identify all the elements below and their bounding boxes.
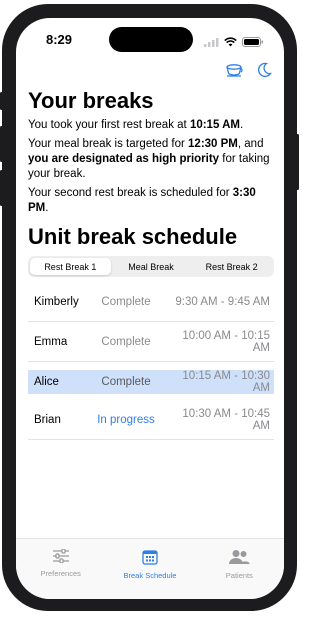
tab-patients[interactable]: Patients bbox=[195, 539, 284, 599]
second-rest-break-text: Your second rest break is scheduled for … bbox=[28, 187, 256, 214]
tab-label: Preferences bbox=[40, 569, 81, 578]
tab-bar: Preferences Break Schedule Patients bbox=[16, 538, 284, 599]
schedule-row[interactable]: Brian In progress 10:30 AM - 10:45 AM bbox=[28, 401, 274, 440]
mute-switch bbox=[0, 92, 3, 110]
header-actions bbox=[226, 62, 272, 83]
power-button bbox=[296, 134, 299, 190]
screen: 8:29 Your breaks You took your first res… bbox=[16, 18, 284, 599]
sliders-icon bbox=[52, 548, 70, 565]
row-name: Kimberly bbox=[34, 296, 79, 308]
schedule-list: Kimberly Complete 9:30 AM - 9:45 AM Emma… bbox=[28, 283, 274, 440]
coffee-cup-icon[interactable] bbox=[226, 62, 244, 83]
row-status: Complete bbox=[101, 376, 151, 388]
phone-frame: 8:29 Your breaks You took your first res… bbox=[0, 4, 299, 611]
row-name: Brian bbox=[34, 414, 61, 426]
wifi-icon bbox=[224, 34, 237, 52]
tab-break-schedule[interactable]: Break Schedule bbox=[105, 539, 194, 599]
row-time: 10:00 AM - 10:15 AM bbox=[182, 330, 270, 354]
row-time: 10:15 AM - 10:30 AM bbox=[182, 370, 270, 394]
row-time: 10:30 AM - 10:45 AM bbox=[182, 408, 270, 432]
people-icon bbox=[228, 549, 250, 567]
volume-up-button bbox=[0, 126, 3, 162]
schedule-row-current-user[interactable]: Alice Complete 10:15 AM - 10:30 AM bbox=[28, 370, 274, 394]
schedule-row[interactable]: Emma Complete 10:00 AM - 10:15 AM bbox=[28, 323, 274, 362]
unit-break-schedule-title: Unit break schedule bbox=[28, 224, 238, 249]
moon-icon[interactable] bbox=[256, 62, 272, 83]
segment-rest-break-2[interactable]: Rest Break 2 bbox=[191, 258, 272, 275]
your-breaks-title: Your breaks bbox=[28, 88, 154, 113]
signal-icon bbox=[204, 34, 219, 52]
volume-down-button bbox=[0, 170, 3, 206]
status-time: 8:29 bbox=[46, 32, 73, 47]
dynamic-island bbox=[109, 27, 193, 52]
segment-rest-break-1[interactable]: Rest Break 1 bbox=[30, 258, 111, 275]
segment-meal-break[interactable]: Meal Break bbox=[111, 258, 192, 275]
meal-break-text: Your meal break is targeted for 12:30 PM… bbox=[28, 138, 270, 180]
row-name: Alice bbox=[34, 376, 59, 388]
main-content: Your breaks You took your first rest bre… bbox=[28, 88, 274, 440]
battery-icon bbox=[242, 34, 264, 52]
row-status: Complete bbox=[101, 296, 151, 308]
row-status: Complete bbox=[101, 336, 151, 348]
tab-label: Break Schedule bbox=[123, 571, 177, 580]
row-status: In progress bbox=[97, 414, 155, 426]
break-segmented-control: Rest Break 1 Meal Break Rest Break 2 bbox=[28, 256, 274, 277]
tab-label: Patients bbox=[225, 571, 253, 580]
row-time: 9:30 AM - 9:45 AM bbox=[175, 296, 270, 308]
status-icons bbox=[204, 34, 264, 52]
first-rest-break-text: You took your first rest break at 10:15 … bbox=[28, 119, 244, 131]
row-name: Emma bbox=[34, 336, 68, 348]
tab-preferences[interactable]: Preferences bbox=[16, 539, 105, 599]
calendar-icon bbox=[142, 549, 158, 567]
schedule-row[interactable]: Kimberly Complete 9:30 AM - 9:45 AM bbox=[28, 283, 274, 322]
